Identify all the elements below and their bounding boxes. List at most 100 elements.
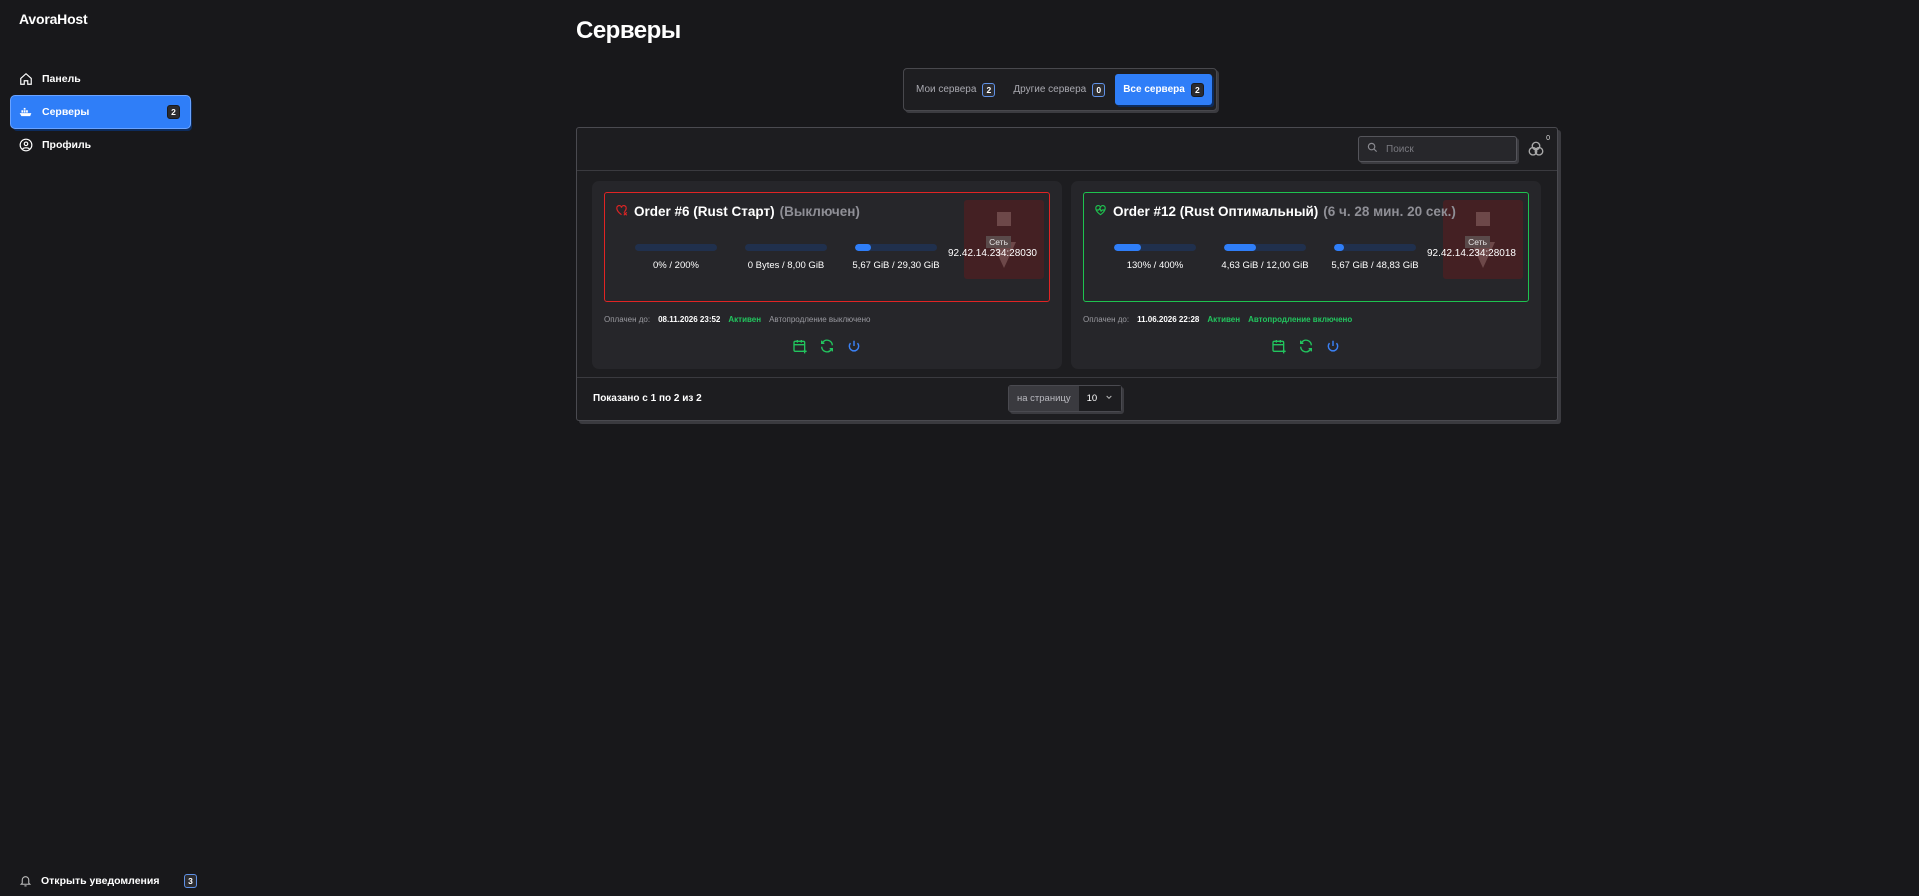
server-title: Order #12 (Rust Оптимальный) (6 ч. 28 ми…: [1093, 203, 1456, 220]
cpu-metric: 130% / 400%: [1100, 244, 1210, 272]
tab-my-servers[interactable]: Мои сервера 2: [908, 74, 1003, 105]
status-badge: Активен: [728, 315, 762, 324]
calendar-extend-icon[interactable]: [1270, 337, 1288, 355]
server-metrics: 0% / 200% 0 Bytes / 8,00 GiB 5,67 GiB / …: [621, 244, 951, 272]
per-page-dropdown[interactable]: 10: [1078, 386, 1122, 411]
ram-metric: 0 Bytes / 8,00 GiB: [731, 244, 841, 272]
disk-value: 5,67 GiB / 29,30 GiB: [852, 260, 940, 271]
server-card-body: Сеть Order #6 (Rust Старт) (Выключен) 0%…: [604, 192, 1050, 302]
power-icon[interactable]: [1324, 337, 1342, 355]
restart-icon[interactable]: [1297, 337, 1315, 355]
server-meta: Оплачен до: 08.11.2026 23:52 Активен Авт…: [604, 315, 871, 324]
sidebar-item-servers[interactable]: Серверы 2: [11, 96, 190, 128]
search-input[interactable]: [1384, 142, 1508, 156]
sidebar-nav: Панель Серверы 2 Профиль: [11, 63, 190, 162]
disk-metric: 5,67 GiB / 29,30 GiB: [841, 244, 951, 272]
sidebar-item-label: Серверы: [42, 106, 90, 118]
sidebar-item-label: Профиль: [42, 139, 92, 151]
server-icon: [18, 105, 33, 120]
profile-icon: [18, 138, 33, 153]
server-state: (Выключен): [779, 204, 860, 219]
restart-icon[interactable]: [818, 337, 836, 355]
ram-bar: [745, 244, 827, 251]
autorenew-status: Автопродление выключено: [769, 315, 871, 324]
open-notifications-button[interactable]: Открыть уведомления 3: [19, 874, 197, 888]
server-card[interactable]: Сеть Order #6 (Rust Старт) (Выключен) 0%…: [592, 181, 1062, 369]
paid-until: 08.11.2026 23:52: [658, 315, 721, 324]
cpu-bar-fill: [1114, 244, 1141, 251]
server-name: Order #6 (Rust Старт): [634, 204, 775, 219]
filter-count: 0: [1546, 135, 1550, 142]
filter-icon[interactable]: [1527, 140, 1545, 158]
server-uptime: (6 ч. 28 мин. 20 сек.): [1323, 204, 1456, 219]
ram-bar: [1224, 244, 1306, 251]
server-actions: [1071, 337, 1541, 355]
tab-all-servers[interactable]: Все сервера 2: [1115, 74, 1212, 105]
cpu-value: 130% / 400%: [1126, 260, 1184, 271]
server-ip[interactable]: 92.42.14.234:28030: [948, 248, 1037, 259]
servers-count-badge: 2: [167, 105, 180, 119]
server-card-body: Сеть Order #12 (Rust Оптимальный) (6 ч. …: [1083, 192, 1529, 302]
server-card[interactable]: Сеть Order #12 (Rust Оптимальный) (6 ч. …: [1071, 181, 1541, 369]
paid-label: Оплачен до:: [604, 315, 651, 324]
disk-bar: [1334, 244, 1416, 251]
network-label: Сеть: [986, 236, 1011, 248]
calendar-extend-icon[interactable]: [791, 337, 809, 355]
server-actions: [592, 337, 1062, 355]
disk-bar-fill: [1334, 244, 1344, 251]
ram-value: 4,63 GiB / 12,00 GiB: [1221, 260, 1309, 271]
paid-label: Оплачен до:: [1083, 315, 1130, 324]
tab-count-badge: 2: [982, 82, 996, 97]
search-icon: [1367, 140, 1378, 158]
tab-count-badge: 0: [1092, 82, 1106, 97]
ram-bar-fill: [1224, 244, 1256, 251]
tab-count-badge: 2: [1190, 82, 1204, 97]
search-box[interactable]: [1358, 136, 1517, 162]
tab-other-servers[interactable]: Другие сервера 0: [1005, 74, 1113, 105]
server-name: Order #12 (Rust Оптимальный): [1113, 204, 1319, 219]
per-page-label: на страницу: [1009, 386, 1079, 411]
tab-label: Другие сервера: [1013, 84, 1087, 95]
pagination-summary: Показано с 1 по 2 из 2: [593, 393, 702, 404]
disk-value: 5,67 GiB / 48,83 GiB: [1331, 260, 1419, 271]
sidebar-item-profile[interactable]: Профиль: [11, 129, 190, 161]
status-badge: Активен: [1207, 315, 1241, 324]
per-page-select[interactable]: на страницу 10: [1008, 385, 1123, 412]
page-title: Серверы: [576, 17, 681, 44]
server-cards: Сеть Order #6 (Rust Старт) (Выключен) 0%…: [592, 181, 1553, 369]
sidebar-item-panel[interactable]: Панель: [11, 63, 190, 95]
notifications-label: Открыть уведомления: [41, 875, 160, 887]
tab-label: Мои сервера: [916, 84, 977, 95]
paid-until: 11.06.2026 22:28: [1137, 315, 1200, 324]
heart-pulse-icon: [1093, 203, 1108, 220]
server-meta: Оплачен до: 11.06.2026 22:28 Активен Авт…: [1083, 315, 1352, 324]
pagination-bar: Показано с 1 по 2 из 2 на страницу 10: [577, 377, 1557, 422]
cpu-bar: [635, 244, 717, 251]
bell-icon: [19, 874, 32, 888]
server-title: Order #6 (Rust Старт) (Выключен): [614, 203, 860, 220]
heart-off-icon: [614, 203, 629, 220]
autorenew-status: Автопродление включено: [1248, 315, 1353, 324]
tab-label: Все сервера: [1123, 84, 1185, 95]
ram-value: 0 Bytes / 8,00 GiB: [747, 260, 825, 271]
server-metrics: 130% / 400% 4,63 GiB / 12,00 GiB 5,67 Gi…: [1100, 244, 1430, 272]
sidebar-item-label: Панель: [42, 73, 81, 85]
per-page-value: 10: [1086, 393, 1098, 404]
chevron-down-icon: [1105, 393, 1113, 404]
home-icon: [18, 72, 33, 87]
server-tabs: Мои сервера 2 Другие сервера 0 Все серве…: [903, 68, 1217, 111]
servers-panel: 0 Сеть Order #6 (Rust Старт) (Выключен): [576, 127, 1558, 421]
disk-bar-fill: [855, 244, 871, 251]
disk-bar: [855, 244, 937, 251]
power-icon[interactable]: [845, 337, 863, 355]
brand-logo[interactable]: AvoraHost: [19, 11, 88, 27]
cpu-metric: 0% / 200%: [621, 244, 731, 272]
disk-metric: 5,67 GiB / 48,83 GiB: [1320, 244, 1430, 272]
server-ip[interactable]: 92.42.14.234:28018: [1427, 248, 1516, 259]
cpu-value: 0% / 200%: [653, 260, 699, 271]
network-label: Сеть: [1465, 236, 1490, 248]
cpu-bar: [1114, 244, 1196, 251]
panel-toolbar: 0: [577, 128, 1557, 171]
notifications-count-badge: 3: [184, 874, 197, 888]
ram-metric: 4,63 GiB / 12,00 GiB: [1210, 244, 1320, 272]
